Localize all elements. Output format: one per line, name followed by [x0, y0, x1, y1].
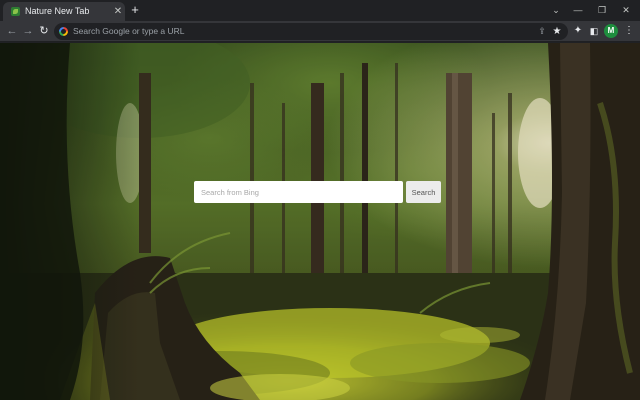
minimize-icon[interactable]: — [571, 2, 585, 18]
forest-background-image [0, 43, 640, 400]
new-tab-button[interactable]: + [128, 3, 142, 17]
new-tab-page: Search [0, 43, 640, 400]
forward-arrow-icon[interactable]: → [20, 23, 36, 39]
bing-search-input[interactable] [194, 181, 403, 203]
tab-strip: Nature New Tab ✕ + ⌄ — ❐ ✕ [0, 0, 640, 21]
google-icon [59, 27, 68, 36]
search-button[interactable]: Search [406, 181, 441, 203]
tab-nature-new-tab[interactable]: Nature New Tab ✕ [3, 2, 125, 21]
address-bar[interactable]: Search Google or type a URL ⇪ ★ [54, 23, 568, 40]
back-arrow-icon[interactable]: ← [4, 23, 20, 39]
kebab-menu-icon[interactable]: ⋮ [621, 23, 637, 39]
profile-avatar[interactable]: M [604, 24, 618, 38]
browser-toolbar: ← → ↻ Search Google or type a URL ⇪ ★ ✦ … [0, 21, 640, 42]
side-panel-icon[interactable]: ◧ [586, 23, 602, 39]
bookmark-star-icon[interactable]: ★ [551, 24, 563, 39]
close-window-icon[interactable]: ✕ [619, 2, 633, 18]
extensions-puzzle-icon[interactable]: ✦ [570, 23, 586, 39]
reload-icon[interactable]: ↻ [36, 23, 52, 39]
address-bar-placeholder: Search Google or type a URL [73, 26, 185, 36]
restore-icon[interactable]: ❐ [595, 2, 609, 18]
tab-title: Nature New Tab [25, 6, 90, 16]
leaf-icon [11, 7, 20, 16]
tab-search-chevron-icon[interactable]: ⌄ [549, 2, 563, 18]
share-icon[interactable]: ⇪ [536, 24, 548, 39]
close-tab-icon[interactable]: ✕ [113, 5, 123, 18]
